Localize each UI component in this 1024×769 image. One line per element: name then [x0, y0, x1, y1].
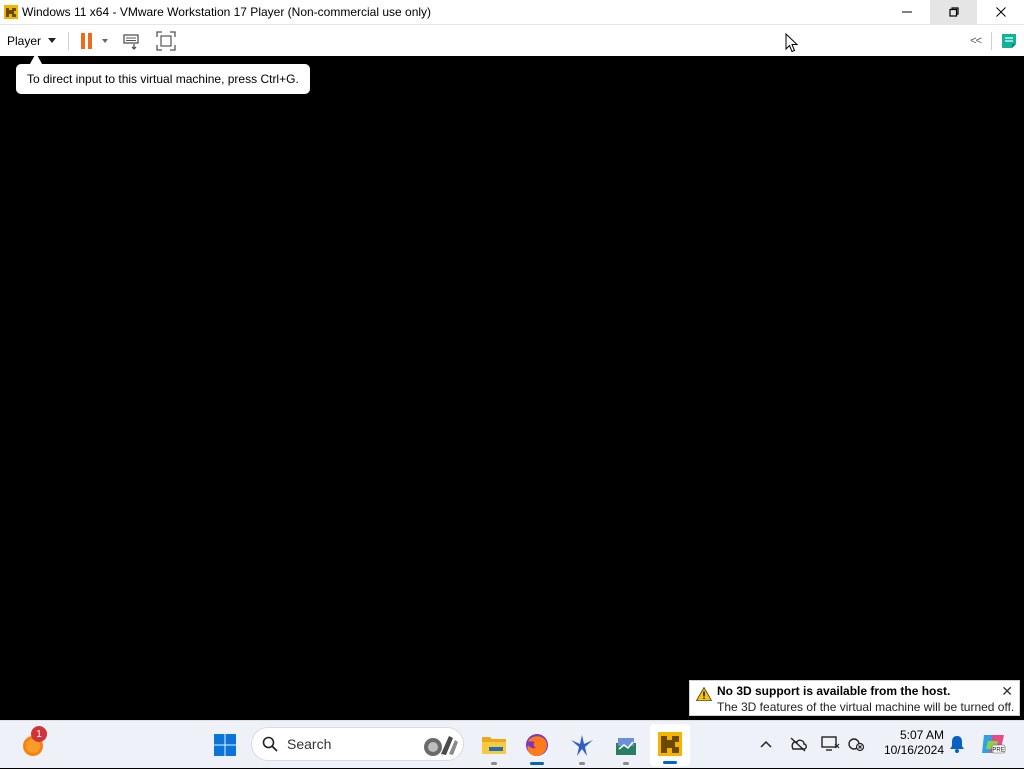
player-menu-label: Player	[7, 33, 42, 48]
monitor-icon	[821, 736, 840, 751]
running-indicator	[491, 762, 497, 765]
toolbar-right-group: <<	[970, 25, 1024, 57]
notes-icon[interactable]	[1000, 32, 1018, 50]
player-toolbar: Player <<	[0, 24, 1024, 56]
chevron-up-icon	[760, 740, 772, 748]
svg-text:PRE: PRE	[992, 748, 1004, 754]
restore-button[interactable]	[930, 0, 977, 24]
notification-title: No 3D support is available from the host…	[717, 684, 951, 698]
warning-icon	[696, 687, 712, 701]
clock-date: 10/16/2024	[883, 743, 944, 757]
firefox-icon	[526, 734, 548, 756]
notification-body: The 3D features of the virtual machine w…	[717, 700, 1015, 714]
3d-support-notification: No 3D support is available from the host…	[689, 680, 1020, 716]
send-ctrl-alt-del-icon[interactable]	[122, 31, 142, 51]
input-hint-tooltip: To direct input to this virtual machine,…	[16, 64, 310, 94]
notification-close-icon[interactable]: ✕	[1001, 683, 1013, 700]
running-indicator	[663, 761, 677, 764]
running-indicator	[530, 762, 544, 765]
pause-icon[interactable]	[81, 32, 93, 49]
clock-time: 5:07 AM	[899, 728, 944, 742]
close-button[interactable]	[977, 0, 1024, 24]
search-icon	[262, 736, 278, 752]
tooltip-text: To direct input to this virtual machine,…	[27, 72, 299, 86]
taskbar-file-explorer[interactable]	[476, 721, 512, 769]
title-bar: Windows 11 x64 - VMware Workstation 17 P…	[0, 0, 1024, 24]
bell-icon	[950, 736, 964, 753]
toolbar-divider-right	[991, 32, 992, 50]
display-tray-button[interactable]	[818, 720, 842, 768]
running-indicator	[623, 762, 629, 765]
start-icon	[214, 734, 236, 756]
toolbar-divider	[68, 31, 70, 50]
weather-badge: 1	[31, 726, 47, 742]
vm-display[interactable]	[0, 56, 1024, 720]
search-placeholder: Search	[287, 736, 332, 752]
tooltip-pointer	[30, 53, 42, 64]
notifications-button[interactable]	[946, 720, 968, 768]
taskbar-search-box[interactable]: Search	[251, 727, 464, 761]
minimize-icon	[901, 11, 912, 13]
search-highlight-art-icon	[424, 736, 458, 756]
network-tray-button[interactable]	[844, 720, 868, 768]
network-disconnected-icon	[848, 738, 865, 752]
cloud-offline-icon	[790, 737, 807, 752]
minimize-button[interactable]	[883, 0, 930, 24]
onedrive-tray-button[interactable]	[786, 720, 810, 768]
window-controls	[883, 0, 1024, 24]
power-dropdown-chevron-icon[interactable]	[102, 38, 109, 43]
file-explorer-icon	[482, 737, 506, 754]
player-menu-button[interactable]: Player	[0, 25, 57, 56]
app-bird-icon	[571, 735, 593, 756]
start-button[interactable]	[210, 721, 240, 769]
show-hidden-icons-button[interactable]	[756, 720, 776, 768]
running-indicator	[579, 762, 585, 765]
restore-icon	[948, 7, 959, 17]
vmware-icon	[658, 732, 682, 756]
mouse-cursor-icon	[785, 33, 799, 53]
clock[interactable]: 5:07 AM 10/16/2024	[876, 728, 944, 758]
taskbar-vmware[interactable]	[652, 720, 688, 768]
chevron-down-icon	[48, 38, 57, 43]
copilot-icon: PRE	[982, 735, 1006, 754]
copilot-button[interactable]: PRE	[978, 720, 1008, 768]
vmware-app-icon	[4, 5, 18, 19]
window-title: Windows 11 x64 - VMware Workstation 17 P…	[22, 5, 432, 19]
taskbar-firefox[interactable]	[519, 721, 555, 769]
collapse-chevron-icon[interactable]: <<	[970, 35, 982, 47]
taskbar-app-bird[interactable]	[564, 721, 600, 769]
taskbar	[0, 720, 1024, 768]
fullscreen-icon[interactable]	[156, 30, 176, 51]
close-icon	[995, 7, 1006, 17]
taskbar-app-chart[interactable]	[608, 721, 644, 769]
app-chart-icon	[616, 738, 636, 755]
